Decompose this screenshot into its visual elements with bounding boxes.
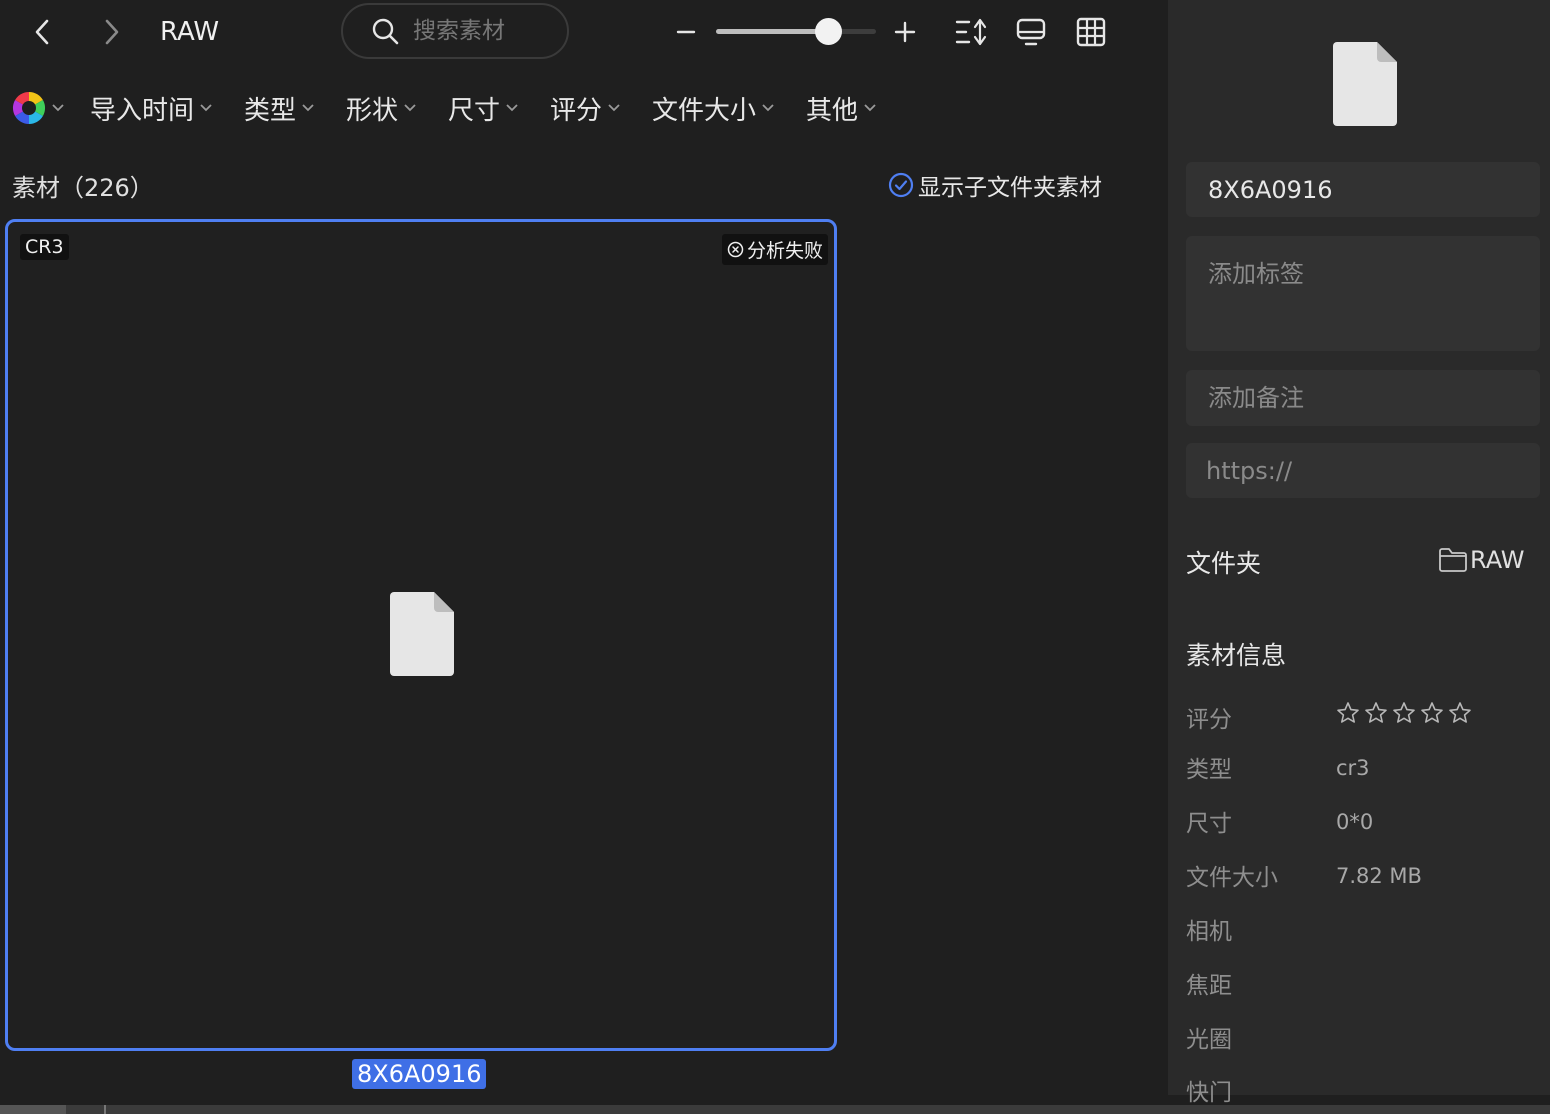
check-circle-icon[interactable]: [888, 172, 914, 198]
zoom-in-button[interactable]: [887, 14, 923, 50]
chevron-down-icon: [302, 104, 314, 112]
zoom-slider-knob[interactable]: [814, 18, 842, 45]
tags-field[interactable]: [1186, 236, 1540, 351]
horizontal-scrollbar[interactable]: [0, 1105, 1550, 1114]
back-button[interactable]: [24, 14, 60, 50]
grid-icon: [1076, 17, 1106, 47]
aperture-label: 光圈: [1186, 1027, 1232, 1053]
star-icon[interactable]: [1448, 701, 1472, 725]
name-input[interactable]: [1208, 175, 1518, 204]
name-field[interactable]: [1186, 162, 1540, 217]
show-subfolder-label: 显示子文件夹素材: [918, 175, 1102, 201]
file-size-label: 文件大小: [1186, 865, 1278, 891]
forward-button[interactable]: [94, 14, 130, 50]
chevron-down-icon: [762, 104, 774, 112]
folder-icon: [1439, 548, 1467, 572]
dimensions-value: 0*0: [1336, 810, 1374, 834]
filter-import-time[interactable]: 导入时间: [90, 90, 212, 126]
chevron-down-icon: [506, 104, 518, 112]
star-icon[interactable]: [1364, 701, 1388, 725]
analysis-status-text: 分析失败: [746, 240, 823, 262]
url-field[interactable]: [1186, 443, 1540, 498]
rating-stars[interactable]: [1336, 701, 1472, 725]
filter-shape[interactable]: 形状: [346, 90, 416, 126]
type-label: 类型: [1186, 757, 1232, 783]
filter-label: 类型: [244, 95, 297, 126]
search-icon: [372, 18, 399, 45]
scrollbar-divider: [104, 1105, 106, 1114]
url-input[interactable]: [1206, 456, 1518, 485]
filter-rating[interactable]: 评分: [550, 90, 620, 126]
filter-label: 评分: [550, 95, 603, 126]
camera-label: 相机: [1186, 919, 1232, 945]
chevron-down-icon: [404, 104, 416, 112]
file-size-value: 7.82 MB: [1336, 864, 1422, 888]
sort-button[interactable]: [953, 14, 989, 50]
zoom-slider-fill: [716, 29, 828, 34]
search-box[interactable]: [341, 3, 569, 59]
file-icon: [390, 592, 454, 676]
filter-dimensions[interactable]: 尺寸: [448, 90, 518, 126]
filter-label: 尺寸: [448, 95, 501, 126]
filter-label: 导入时间: [90, 95, 195, 126]
star-icon[interactable]: [1336, 701, 1360, 725]
filter-file-size[interactable]: 文件大小: [652, 90, 774, 126]
asset-count: 素材（226）: [12, 174, 154, 202]
asset-file-name[interactable]: 8X6A0916: [352, 1059, 487, 1089]
focal-length-label: 焦距: [1186, 973, 1232, 999]
analysis-status-badge: 分析失败: [721, 234, 828, 265]
chevron-down-icon: [200, 104, 212, 112]
zoom-out-button[interactable]: [668, 14, 704, 50]
search-input[interactable]: [411, 17, 565, 45]
star-icon[interactable]: [1420, 701, 1444, 725]
tags-input[interactable]: [1208, 236, 1518, 351]
monitor-icon: [1016, 18, 1046, 46]
chevron-down-icon: [608, 104, 620, 112]
file-preview-icon: [1333, 42, 1397, 126]
filter-other[interactable]: 其他: [806, 90, 876, 126]
chevron-down-icon: [864, 104, 876, 112]
folder-label: 文件夹: [1186, 549, 1262, 578]
filter-type[interactable]: 类型: [244, 90, 314, 126]
color-filter[interactable]: [12, 90, 64, 126]
error-circle-icon: [727, 241, 744, 258]
note-field[interactable]: [1186, 370, 1540, 426]
note-input[interactable]: [1208, 384, 1518, 412]
show-subfolder-toggle[interactable]: 显示子文件夹素材: [888, 168, 1102, 202]
inspector-panel: 文件夹 RAW 素材信息 评分 类型 cr3 尺寸 0*0 文件大小 7.82 …: [1168, 0, 1550, 1106]
folder-title: RAW: [160, 17, 220, 47]
plus-icon: [894, 21, 916, 43]
filter-label: 形状: [346, 95, 399, 126]
chevron-left-icon: [35, 19, 49, 45]
chevron-right-icon: [105, 19, 119, 45]
star-icon[interactable]: [1392, 701, 1416, 725]
minus-icon: [676, 30, 696, 34]
dimensions-label: 尺寸: [1186, 811, 1232, 837]
rating-label: 评分: [1186, 707, 1232, 733]
grid-view-button[interactable]: [1073, 14, 1109, 50]
zoom-slider[interactable]: [716, 18, 876, 45]
type-value: cr3: [1336, 756, 1370, 780]
color-wheel-icon: [12, 91, 46, 125]
scrollbar-segment: [0, 1105, 66, 1114]
folder-link[interactable]: RAW: [1438, 546, 1525, 574]
filter-label: 其他: [806, 95, 859, 126]
chevron-down-icon: [52, 104, 64, 112]
asset-info-title: 素材信息: [1186, 641, 1287, 670]
sort-icon: [955, 18, 987, 46]
folder-name: RAW: [1470, 546, 1525, 574]
extension-badge: CR3: [20, 234, 69, 260]
filter-label: 文件大小: [652, 95, 757, 126]
preview-mode-button[interactable]: [1013, 14, 1049, 50]
asset-card[interactable]: CR3 分析失败: [5, 219, 837, 1051]
shutter-label: 快门: [1186, 1080, 1232, 1106]
